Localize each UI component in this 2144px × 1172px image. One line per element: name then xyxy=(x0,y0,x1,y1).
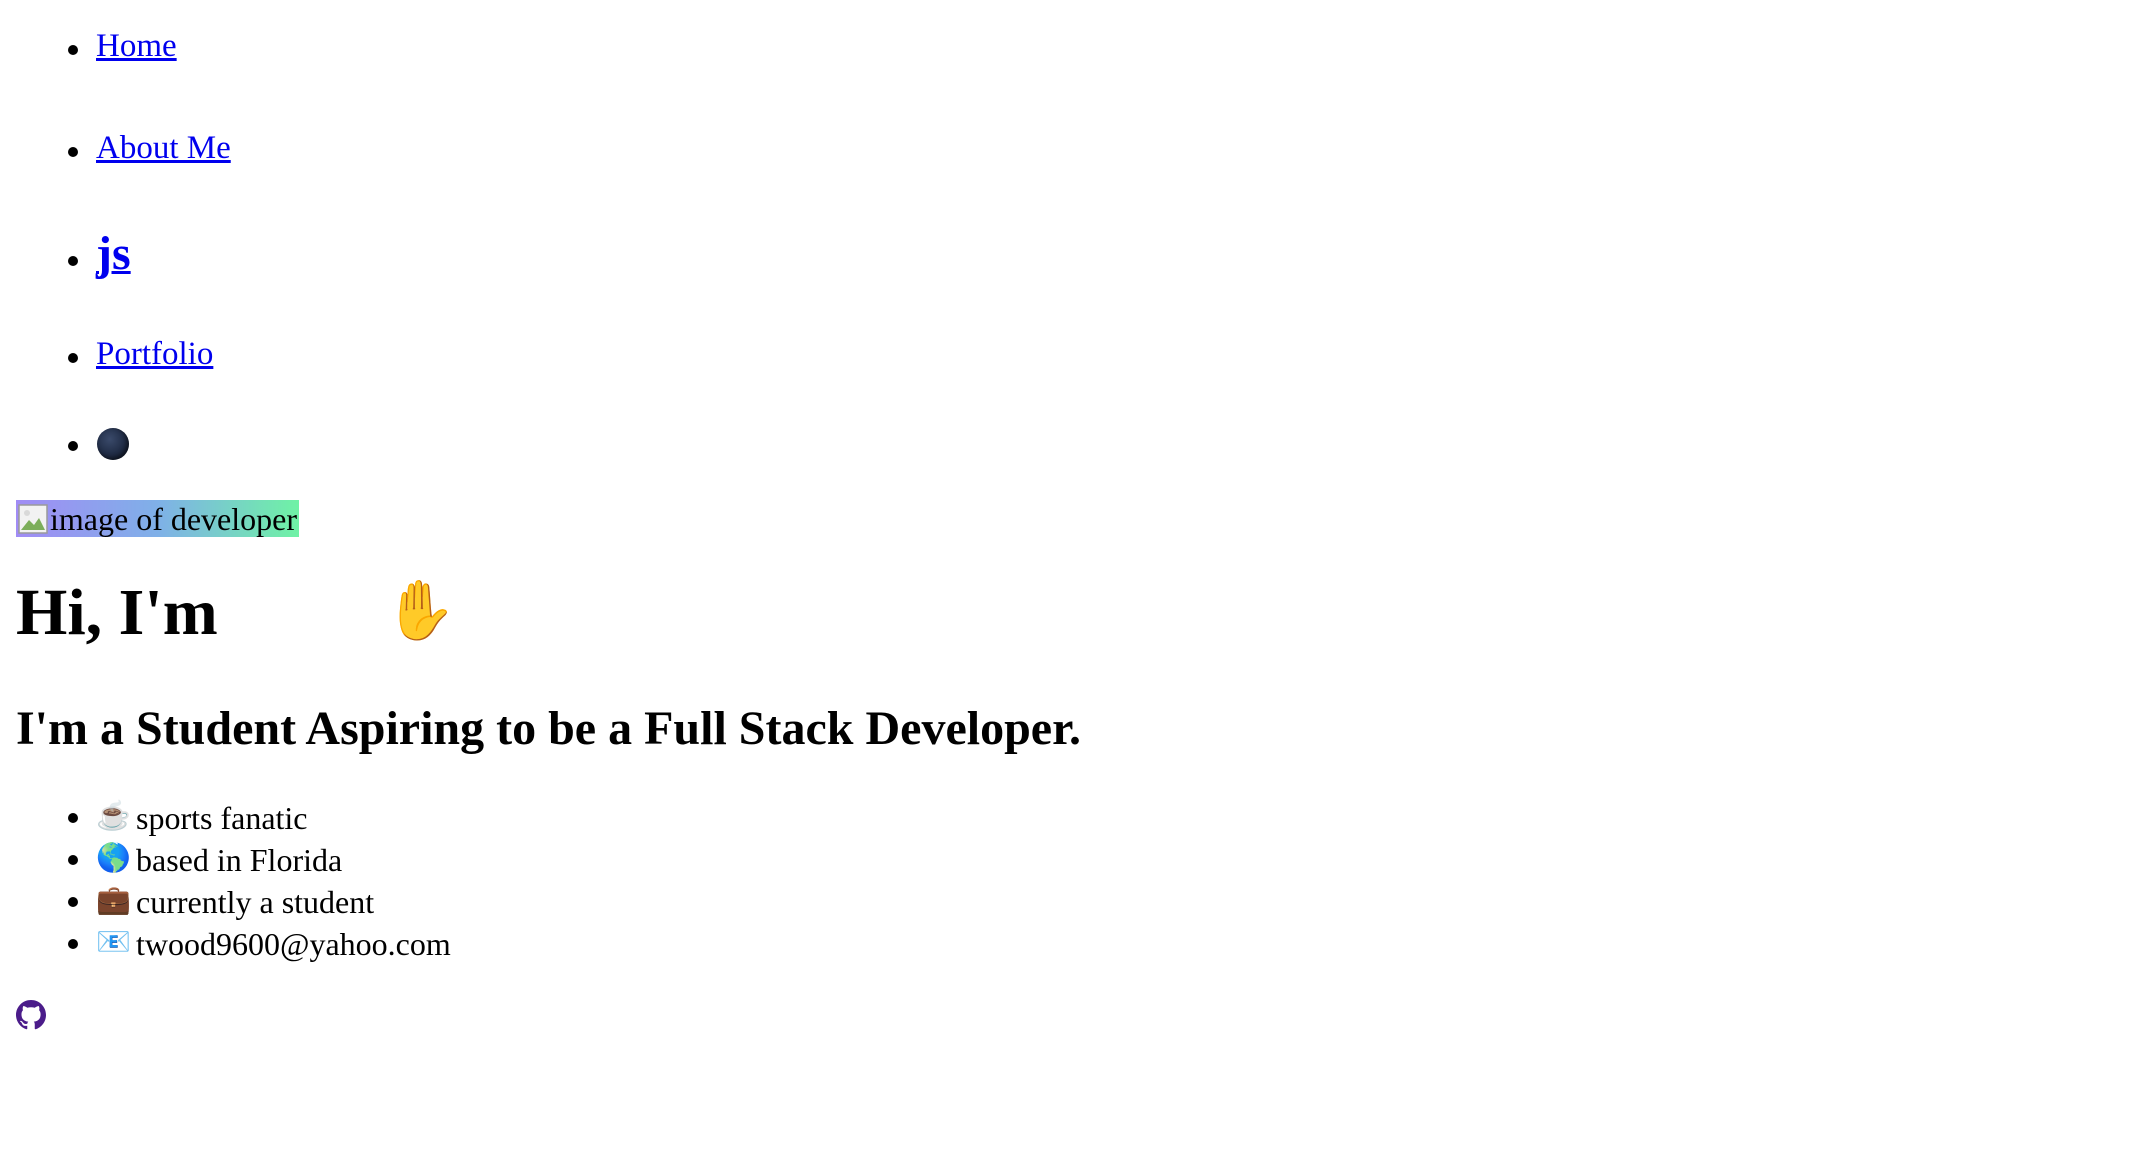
developer-image: image of developer xyxy=(16,500,299,537)
github-icon[interactable] xyxy=(16,1000,46,1030)
greeting-heading: Hi, I'm xyxy=(16,576,218,649)
waving-hand-icon: ✋ xyxy=(384,578,457,643)
nav-link-about[interactable]: About Me xyxy=(96,132,231,165)
bullet xyxy=(68,855,78,865)
bullet xyxy=(68,45,78,55)
bullet xyxy=(68,441,78,451)
info-text: sports fanatic xyxy=(136,800,308,836)
broken-image-icon xyxy=(18,503,48,534)
bullet xyxy=(68,353,78,363)
bullet xyxy=(68,897,78,907)
email-icon: 📧 xyxy=(96,927,131,958)
bullet xyxy=(68,813,78,823)
nav-link-js[interactable]: js xyxy=(96,230,131,278)
nav-link-portfolio[interactable]: Portfolio xyxy=(96,338,213,371)
globe-icon: 🌎 xyxy=(96,843,131,874)
coffee-icon: ☕ xyxy=(96,801,131,832)
nav-link-home[interactable]: Home xyxy=(96,30,177,63)
moon-icon[interactable] xyxy=(97,428,129,460)
bullet xyxy=(68,939,78,949)
briefcase-icon: 💼 xyxy=(96,885,131,916)
page: Home About Me js Portfolio image of deve… xyxy=(0,0,2144,1172)
developer-image-alt: image of developer xyxy=(50,500,297,537)
info-text: currently a student xyxy=(136,884,375,920)
tagline-heading: I'm a Student Aspiring to be a Full Stac… xyxy=(16,702,1081,755)
info-text: twood9600@yahoo.com xyxy=(136,926,451,962)
info-text: based in Florida xyxy=(136,842,343,878)
bullet xyxy=(68,256,78,266)
bullet xyxy=(68,147,78,157)
